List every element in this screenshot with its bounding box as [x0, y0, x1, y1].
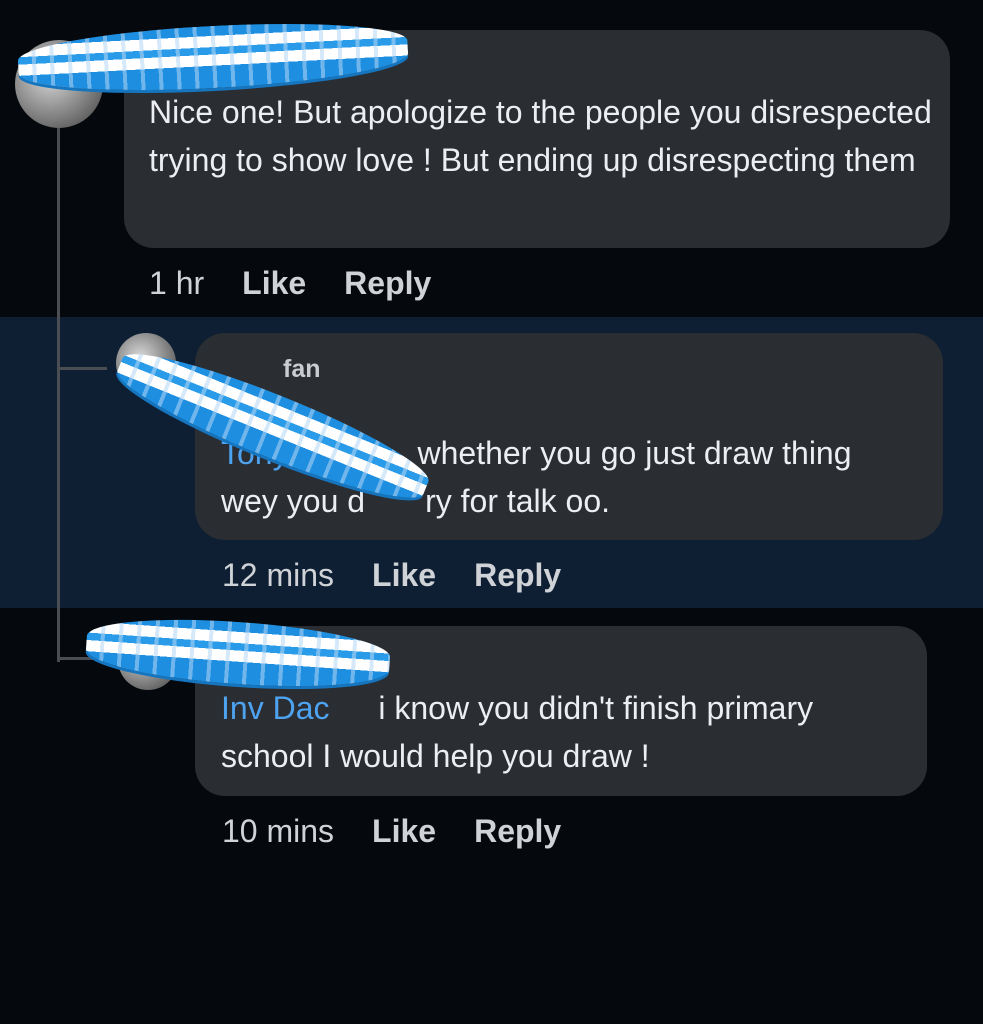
reply-button[interactable]: Reply: [344, 265, 431, 302]
thread-branch-line: [57, 367, 107, 370]
comment-text: Inv Dac i know you didn't finish primary…: [221, 684, 916, 780]
comment-text-line: i know you didn't finish primary: [378, 690, 814, 726]
mention-link[interactable]: Inv Dac: [221, 690, 329, 726]
reply-button[interactable]: Reply: [474, 813, 561, 850]
comment-text-line: wey you d: [221, 483, 366, 519]
comment-text: Nice one! But apologize to the people yo…: [149, 94, 932, 178]
comment-actions: 12 mins Like Reply: [222, 557, 561, 594]
comment-actions: 10 mins Like Reply: [222, 813, 561, 850]
comment-actions: 1 hr Like Reply: [149, 265, 431, 302]
comment-author[interactable]: fan: [283, 355, 321, 384]
comment-timestamp: 1 hr: [149, 265, 205, 301]
comment-timestamp: 12 mins: [222, 557, 335, 593]
comment-text-line: school I would help you draw !: [221, 738, 650, 774]
comment-text-line: ry for talk oo.: [425, 483, 611, 519]
comment-timestamp: 10 mins: [222, 813, 335, 849]
comment-text-line: whether you go just draw thing: [417, 435, 852, 471]
like-button[interactable]: Like: [242, 265, 306, 302]
like-button[interactable]: Like: [372, 557, 436, 594]
reply-button[interactable]: Reply: [474, 557, 561, 594]
thread-connector-line: [57, 110, 60, 662]
like-button[interactable]: Like: [372, 813, 436, 850]
